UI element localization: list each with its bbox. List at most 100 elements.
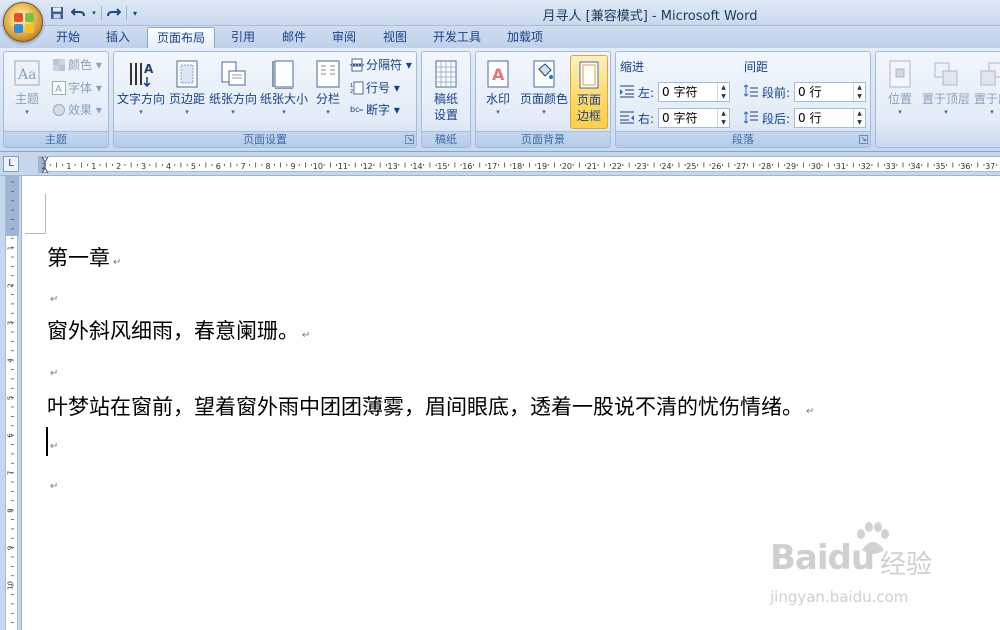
paint-bucket-icon [530,59,558,89]
tab-selector[interactable]: L [3,156,19,172]
spacing-after-icon [743,110,758,124]
vertical-ruler[interactable]: 1 2 3 4 5 6 7 8 9 10 [5,176,19,630]
horizontal-ruler[interactable]: 2 1 1 2 3 4 5 6 7 8 9 10 11 12 13 14 15 16 17 18 19 20 21 22 23 2… [38,156,1000,174]
text-cursor [46,427,48,456]
doc-line-empty[interactable]: ↵ [47,470,58,494]
ruler-label: 10 [7,581,15,590]
paper-size-icon [270,59,298,90]
doc-line-paragraph[interactable]: 叶梦站在窗前，望着窗外雨中团团薄雾，眉间眼底，透着一股说不清的忧伤情绪。 ↵ [47,391,814,421]
window-title: 月寻人 [兼容模式] - Microsoft Word [542,9,758,24]
spacing-before-input[interactable]: 0 行 ▲ ▼ [794,82,866,102]
line-numbers-button[interactable]: 1 2 行号 ▾ [350,79,400,97]
ruler-label: 30 [811,162,821,171]
breaks-button[interactable]: 分隔符 ▾ [350,56,412,74]
ruler-label: 3 [7,321,15,325]
ruler-margin [6,176,19,236]
ruler-label: 5 [7,396,15,400]
margins-button[interactable]: 页边距 ▾ [167,55,207,129]
position-button[interactable]: 位置 ▾ [880,55,920,129]
position-icon [886,59,914,89]
tab-home[interactable]: 开始 [46,27,90,48]
paragraph-mark-icon: ↵ [50,368,59,379]
group-arrange: 位置 ▾ 置于顶层 ▾ 置于底 ▾ [875,51,1000,148]
doc-line-empty[interactable]: ↵ [47,357,58,381]
paragraph-mark-icon: ↵ [113,257,122,268]
font-a-icon: A [52,81,66,95]
hyphenation-button[interactable]: bc 断字 ▾ [350,101,400,119]
indent-right-input[interactable]: 0 字符 ▲ ▼ [658,108,730,128]
spinner-arrows-icon[interactable]: ▲ ▼ [853,83,865,101]
ruler-label: 12 [363,162,373,171]
ribbon-tabs: 开始 插入 页面布局 引用 邮件 审阅 视图 开发工具 加载项 [0,26,1000,48]
indent-left-label: 左: [638,86,655,100]
ruler-label: 11 [338,162,348,171]
hyphenation-icon: bc [350,103,364,117]
doc-line-empty[interactable]: ↵ [47,283,58,307]
ruler-label: 2 [7,283,15,287]
paragraph-mark-icon: ↵ [302,330,311,341]
manuscript-grid-icon [432,59,460,89]
ruler-label: 3 [141,162,146,171]
effects-icon [52,103,66,117]
tab-mailings[interactable]: 邮件 [272,27,316,48]
tab-developer[interactable]: 开发工具 [425,27,489,48]
indent-right-icon [620,110,634,124]
spinner-arrows-icon[interactable]: ▲ ▼ [717,83,729,101]
dropdown-arrow-icon: ▾ [898,108,902,116]
doc-line-paragraph[interactable]: 窗外斜风细雨，春意阑珊。 ↵ [47,315,310,345]
dropdown-arrow-icon: ▾ [944,108,948,116]
dropdown-arrow-icon: ▾ [185,108,189,116]
page-borders-button[interactable]: 页面 边框 [570,55,608,129]
ruler-label: 23 [637,162,647,171]
group-themes-label: 主题 [4,131,108,147]
page-setup-launcher-icon[interactable]: ↘ [405,135,414,144]
columns-button[interactable]: 分栏 ▾ [310,55,346,129]
ruler-label: 21 [587,162,597,171]
group-manuscript: 稿纸 设置 稿纸 [421,51,471,148]
color-palette-icon [52,58,66,72]
tab-review[interactable]: 审阅 [322,27,366,48]
dropdown-arrow-icon: ▾ [990,108,994,116]
tab-page-layout[interactable]: 页面布局 [147,27,215,48]
manuscript-settings-button[interactable]: 稿纸 设置 [424,55,468,129]
tab-insert[interactable]: 插入 [96,27,140,48]
dropdown-arrow-icon: ▾ [542,108,546,116]
ruler-label: 22 [612,162,622,171]
spacing-before-label: 段前: [762,86,791,100]
spacing-after-input[interactable]: 0 行 ▲ ▼ [794,108,866,128]
orientation-button[interactable]: 纸张方向 ▾ [208,55,258,129]
doc-line-heading[interactable]: 第一章 ↵ [47,242,121,272]
send-to-back-icon [978,59,1000,89]
send-to-back-button[interactable]: 置于底 ▾ [972,55,1000,129]
spinner-arrows-icon[interactable]: ▲ ▼ [853,109,865,127]
theme-colors-button[interactable]: 颜色 ▾ [52,56,102,74]
text-direction-button[interactable]: A 文字方向 ▾ [116,55,166,129]
spinner-arrows-icon[interactable]: ▲ ▼ [717,109,729,127]
ruler-label: 37 [985,162,995,171]
indent-left-input[interactable]: 0 字符 ▲ ▼ [658,82,730,102]
ruler-label: 18 [512,162,522,171]
tab-add-ins[interactable]: 加载项 [497,27,553,48]
ruler-label: 29 [786,162,796,171]
watermark-button[interactable]: A 水印 ▾ [478,55,518,129]
paragraph-mark-icon: ↵ [50,294,59,305]
paragraph-mark-icon: ↵ [50,481,59,492]
page-color-button[interactable]: 页面颜色 ▾ [519,55,569,129]
doc-line-empty[interactable]: ↵ [47,430,58,454]
themes-button[interactable]: Aa 主题 ▾ [6,55,48,129]
ruler-label: 8 [7,508,15,512]
theme-fonts-button[interactable]: A 字体 ▾ [52,79,102,97]
office-button[interactable] [3,2,43,42]
paragraph-launcher-icon[interactable]: ↘ [859,135,868,144]
paragraph-mark-icon: ↵ [806,406,815,417]
size-button[interactable]: 纸张大小 ▾ [259,55,309,129]
ruler-label: 35 [935,162,945,171]
tab-references[interactable]: 引用 [221,27,265,48]
tab-view[interactable]: 视图 [373,27,417,48]
theme-effects-button[interactable]: 效果 ▾ [52,101,102,119]
bring-to-front-button[interactable]: 置于顶层 ▾ [922,55,970,129]
indent-left-icon [620,84,634,98]
ruler-label: 16 [462,162,472,171]
watermark-icon: A [484,59,512,89]
group-page-setup-label: 页面设置 [114,131,416,147]
